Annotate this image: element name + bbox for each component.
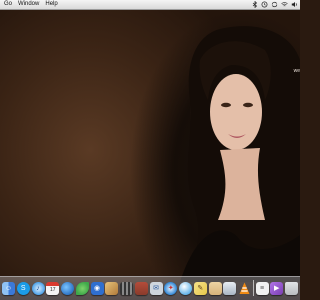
wallpaper-portrait [180, 26, 300, 282]
pencil-icon[interactable]: ✎ [193, 282, 207, 295]
safari-icon[interactable]: ✦ [164, 282, 178, 295]
vlc-cone-icon[interactable] [238, 282, 251, 295]
wifi-icon[interactable] [281, 1, 288, 8]
menu-help[interactable]: Help [45, 0, 57, 9]
photo-booth-icon[interactable] [134, 282, 148, 295]
menu-window[interactable]: Window [18, 0, 39, 9]
menu-go[interactable]: Go [4, 0, 12, 9]
itunes-icon[interactable]: ♪ [31, 282, 45, 295]
leaf-icon[interactable] [75, 282, 89, 295]
media-player-icon[interactable]: ▶ [270, 282, 284, 295]
dock: ☺ S ♪ 17 ◉ ✉ ✦ ✎ ≡ ▶ [0, 276, 300, 300]
status-menu-group [248, 0, 298, 9]
earth-icon[interactable] [61, 282, 74, 295]
calendar-icon[interactable]: 17 [46, 282, 60, 295]
desktop-partial-text: we [293, 68, 300, 74]
finder-icon[interactable]: ☺ [2, 282, 15, 295]
mail-icon[interactable]: ✉ [149, 282, 163, 295]
volume-icon[interactable] [291, 1, 298, 8]
skype-icon[interactable]: S [16, 282, 30, 295]
preview-icon[interactable] [223, 282, 237, 295]
chat-icon[interactable] [179, 282, 192, 295]
bluetooth-icon[interactable] [251, 1, 258, 8]
time-machine-icon[interactable] [261, 1, 268, 8]
folder-icon[interactable] [208, 282, 222, 295]
desktop-wallpaper: we [0, 0, 300, 300]
menu-bar: Go Window Help [0, 0, 300, 10]
trash-icon[interactable] [285, 282, 298, 295]
rss-icon[interactable]: ◉ [90, 282, 104, 295]
dock-separator [252, 280, 254, 296]
photo-icon[interactable] [105, 282, 119, 295]
sync-icon[interactable] [271, 1, 278, 8]
film-icon[interactable] [120, 282, 133, 295]
text-editor-icon[interactable]: ≡ [255, 282, 269, 295]
